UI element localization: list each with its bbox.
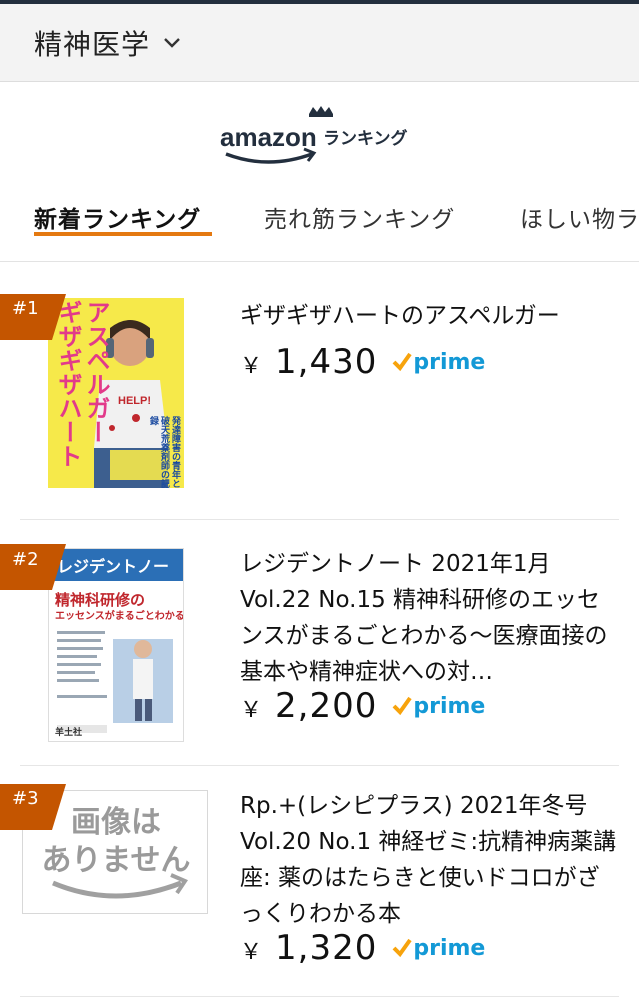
amazon-wordmark: amazon <box>220 122 317 152</box>
price: ￥ 2,200 <box>240 686 378 726</box>
cover-art-2 <box>57 631 173 733</box>
svg-text:HELP!: HELP! <box>118 395 151 407</box>
amazon-ranking-logo: amazon ランキング <box>220 106 408 164</box>
prime-check-icon <box>392 352 412 372</box>
price-row: ￥ 2,200 prime <box>240 686 485 726</box>
book-cover-1[interactable]: HELP! ギザギザハートの アスペルガー 発達障害の青年と破天荒薬剤師の記録 <box>48 298 184 488</box>
cover-subtitle-1: 発達障害の青年と破天荒薬剤師の記録 <box>148 416 180 488</box>
prime-badge: prime <box>391 694 485 719</box>
category-bar[interactable]: 精神医学 <box>0 4 639 82</box>
rank-number: #3 <box>12 788 39 809</box>
chevron-down-icon[interactable] <box>162 33 182 53</box>
prime-check-icon <box>392 696 412 716</box>
item-title[interactable]: Rp.+(レシピプラス) 2021年冬号 Vol.20 No.1 神経ゼミ:抗精… <box>240 788 620 932</box>
book-cover-2[interactable]: レジデントノート 精神科研修の エッセンスがまるごとわかる 羊土社 <box>48 548 184 742</box>
ranking-wordmark: ランキング <box>323 128 408 149</box>
amazon-ranking-logo-area: amazon ランキング <box>0 82 639 186</box>
list-item[interactable]: 画像は ありません #3 Rp.+(レシピプラス) 2021年冬号 Vol.20… <box>0 766 639 1000</box>
list-item[interactable]: HELP! ギザギザハートの アスペルガー 発達障害の青年と破天荒薬剤師の記録 … <box>0 262 639 520</box>
prime-badge: prime <box>391 350 485 375</box>
list-bottom-divider <box>20 996 619 997</box>
item-title[interactable]: ギザギザハートのアスペルガー <box>240 298 620 334</box>
cover-publisher-2: 羊土社 <box>55 728 83 738</box>
crown-icon <box>309 106 333 117</box>
tab-wish-list[interactable]: ほしい物ラ <box>520 200 639 234</box>
rank-number: #1 <box>12 298 39 319</box>
price-row: ￥ 1,320 prime <box>240 928 485 968</box>
price-row: ￥ 1,430 prime <box>240 342 485 382</box>
price: ￥ 1,430 <box>240 342 378 382</box>
prime-badge: prime <box>391 936 485 961</box>
tab-best-sellers[interactable]: 売れ筋ランキング <box>264 200 455 234</box>
active-tab-underline <box>34 232 212 236</box>
cover-title-1b: アスペルガー <box>82 300 110 444</box>
price: ￥ 1,320 <box>240 928 378 968</box>
rank-number: #2 <box>12 549 39 570</box>
tab-new-arrivals[interactable]: 新着ランキング <box>34 200 201 234</box>
list-item[interactable]: レジデントノート 精神科研修の エッセンスがまるごとわかる 羊土社 #2 レジデ… <box>0 520 639 766</box>
prime-check-icon <box>392 938 412 958</box>
category-title: 精神医学 <box>34 27 151 61</box>
item-title[interactable]: レジデントノート 2021年1月 Vol.22 No.15 精神科研修のエッセン… <box>240 546 620 690</box>
ranking-tabs: 新着ランキング 売れ筋ランキング ほしい物ラ <box>0 186 639 262</box>
